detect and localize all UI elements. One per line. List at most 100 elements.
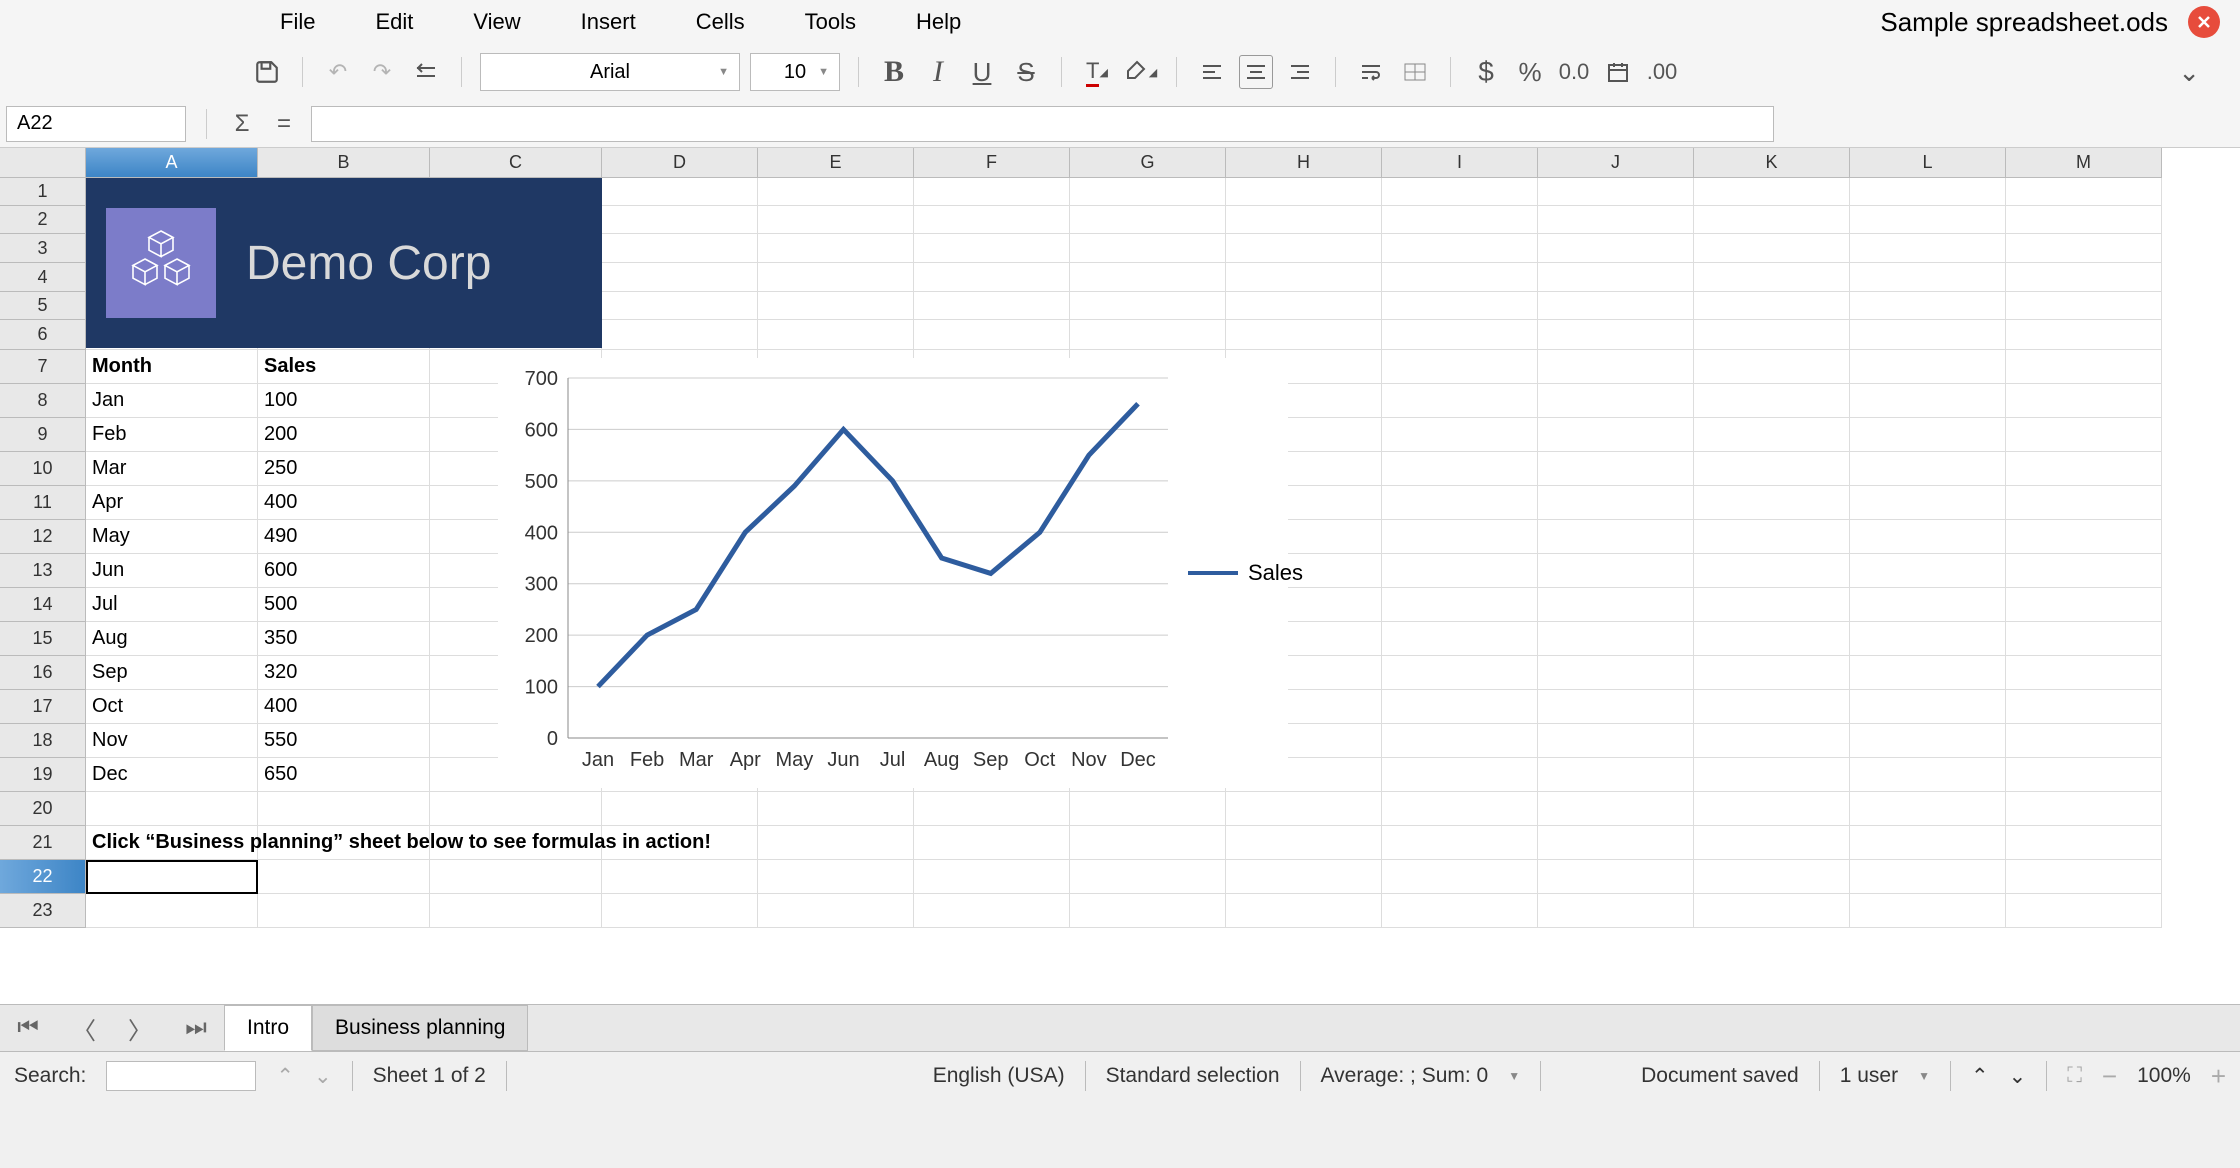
menu-file[interactable]: File bbox=[250, 1, 345, 43]
cell-J11[interactable] bbox=[1538, 486, 1694, 520]
cell-D1[interactable] bbox=[602, 178, 758, 206]
cell-A18[interactable]: Nov bbox=[86, 724, 258, 758]
cell-L14[interactable] bbox=[1850, 588, 2006, 622]
cell-K13[interactable] bbox=[1694, 554, 1850, 588]
cell-K15[interactable] bbox=[1694, 622, 1850, 656]
cell-L18[interactable] bbox=[1850, 724, 2006, 758]
cell-M14[interactable] bbox=[2006, 588, 2162, 622]
cell-J1[interactable] bbox=[1538, 178, 1694, 206]
select-all-corner[interactable] bbox=[0, 148, 86, 178]
cell-A16[interactable]: Sep bbox=[86, 656, 258, 690]
cell-D20[interactable] bbox=[602, 792, 758, 826]
menu-help[interactable]: Help bbox=[886, 1, 991, 43]
col-header-M[interactable]: M bbox=[2006, 148, 2162, 178]
cell-J17[interactable] bbox=[1538, 690, 1694, 724]
cell-I12[interactable] bbox=[1382, 520, 1538, 554]
menu-insert[interactable]: Insert bbox=[551, 1, 666, 43]
cell-I16[interactable] bbox=[1382, 656, 1538, 690]
cell-D6[interactable] bbox=[602, 320, 758, 350]
cell-K23[interactable] bbox=[1694, 894, 1850, 928]
number-format-icon[interactable]: 0.0 bbox=[1557, 55, 1591, 89]
cell-J9[interactable] bbox=[1538, 418, 1694, 452]
cell-J16[interactable] bbox=[1538, 656, 1694, 690]
cell-D4[interactable] bbox=[602, 263, 758, 292]
cell-I2[interactable] bbox=[1382, 206, 1538, 234]
cell-I21[interactable] bbox=[1382, 826, 1538, 860]
cell-K20[interactable] bbox=[1694, 792, 1850, 826]
cell-F2[interactable] bbox=[914, 206, 1070, 234]
cell-B7[interactable]: Sales bbox=[258, 350, 430, 384]
cell-M9[interactable] bbox=[2006, 418, 2162, 452]
cell-G20[interactable] bbox=[1070, 792, 1226, 826]
italic-icon[interactable]: I bbox=[921, 55, 955, 89]
next-sheet-icon[interactable]: 〉 bbox=[112, 1011, 168, 1046]
search-input[interactable] bbox=[106, 1061, 256, 1091]
cell-K3[interactable] bbox=[1694, 234, 1850, 263]
bold-icon[interactable]: B bbox=[877, 55, 911, 89]
cell-E21[interactable] bbox=[758, 826, 914, 860]
col-header-B[interactable]: B bbox=[258, 148, 430, 178]
cell-A23[interactable] bbox=[86, 894, 258, 928]
cell-H6[interactable] bbox=[1226, 320, 1382, 350]
cell-J2[interactable] bbox=[1538, 206, 1694, 234]
cell-G21[interactable] bbox=[1070, 826, 1226, 860]
cell-D22[interactable] bbox=[602, 860, 758, 894]
cell-J6[interactable] bbox=[1538, 320, 1694, 350]
undo-icon[interactable]: ↶ bbox=[321, 55, 355, 89]
cell-M4[interactable] bbox=[2006, 263, 2162, 292]
cell-M22[interactable] bbox=[2006, 860, 2162, 894]
cell-B13[interactable]: 600 bbox=[258, 554, 430, 588]
cell-K10[interactable] bbox=[1694, 452, 1850, 486]
cell-L5[interactable] bbox=[1850, 292, 2006, 320]
cell-I18[interactable] bbox=[1382, 724, 1538, 758]
search-next-icon[interactable]: ⌄ bbox=[314, 1064, 332, 1089]
cell-I6[interactable] bbox=[1382, 320, 1538, 350]
cell-A15[interactable]: Aug bbox=[86, 622, 258, 656]
cell-K16[interactable] bbox=[1694, 656, 1850, 690]
row-header-1[interactable]: 1 bbox=[0, 178, 86, 206]
cell-K18[interactable] bbox=[1694, 724, 1850, 758]
row-header-14[interactable]: 14 bbox=[0, 588, 86, 622]
cell-J4[interactable] bbox=[1538, 263, 1694, 292]
cell-D3[interactable] bbox=[602, 234, 758, 263]
cell-E2[interactable] bbox=[758, 206, 914, 234]
cell-M15[interactable] bbox=[2006, 622, 2162, 656]
cell-K4[interactable] bbox=[1694, 263, 1850, 292]
cell-H21[interactable] bbox=[1226, 826, 1382, 860]
row-header-4[interactable]: 4 bbox=[0, 263, 86, 292]
row-header-20[interactable]: 20 bbox=[0, 792, 86, 826]
cell-A13[interactable]: Jun bbox=[86, 554, 258, 588]
cell-B9[interactable]: 200 bbox=[258, 418, 430, 452]
cell-E3[interactable] bbox=[758, 234, 914, 263]
cell-L2[interactable] bbox=[1850, 206, 2006, 234]
cell-M8[interactable] bbox=[2006, 384, 2162, 418]
row-header-12[interactable]: 12 bbox=[0, 520, 86, 554]
cell-A19[interactable]: Dec bbox=[86, 758, 258, 792]
cell-L1[interactable] bbox=[1850, 178, 2006, 206]
cell-A11[interactable]: Apr bbox=[86, 486, 258, 520]
cell-A17[interactable]: Oct bbox=[86, 690, 258, 724]
cell-J10[interactable] bbox=[1538, 452, 1694, 486]
cell-A7[interactable]: Month bbox=[86, 350, 258, 384]
cell-I15[interactable] bbox=[1382, 622, 1538, 656]
cell-M6[interactable] bbox=[2006, 320, 2162, 350]
cell-B12[interactable]: 490 bbox=[258, 520, 430, 554]
zoom-level[interactable]: 100% bbox=[2137, 1064, 2191, 1088]
cell-E5[interactable] bbox=[758, 292, 914, 320]
font-name-select[interactable]: Arial bbox=[480, 53, 740, 91]
col-header-A[interactable]: A bbox=[86, 148, 258, 178]
cell-J15[interactable] bbox=[1538, 622, 1694, 656]
language-status[interactable]: English (USA) bbox=[933, 1064, 1065, 1088]
last-sheet-icon[interactable]: ⏭ bbox=[168, 1014, 224, 1042]
zoom-in-icon[interactable]: + bbox=[2211, 1061, 2226, 1092]
cell-I22[interactable] bbox=[1382, 860, 1538, 894]
cell-K19[interactable] bbox=[1694, 758, 1850, 792]
cell-I13[interactable] bbox=[1382, 554, 1538, 588]
cell-I4[interactable] bbox=[1382, 263, 1538, 292]
cell-M21[interactable] bbox=[2006, 826, 2162, 860]
cell-I8[interactable] bbox=[1382, 384, 1538, 418]
cell-M16[interactable] bbox=[2006, 656, 2162, 690]
cell-K6[interactable] bbox=[1694, 320, 1850, 350]
cell-J13[interactable] bbox=[1538, 554, 1694, 588]
cell-M2[interactable] bbox=[2006, 206, 2162, 234]
